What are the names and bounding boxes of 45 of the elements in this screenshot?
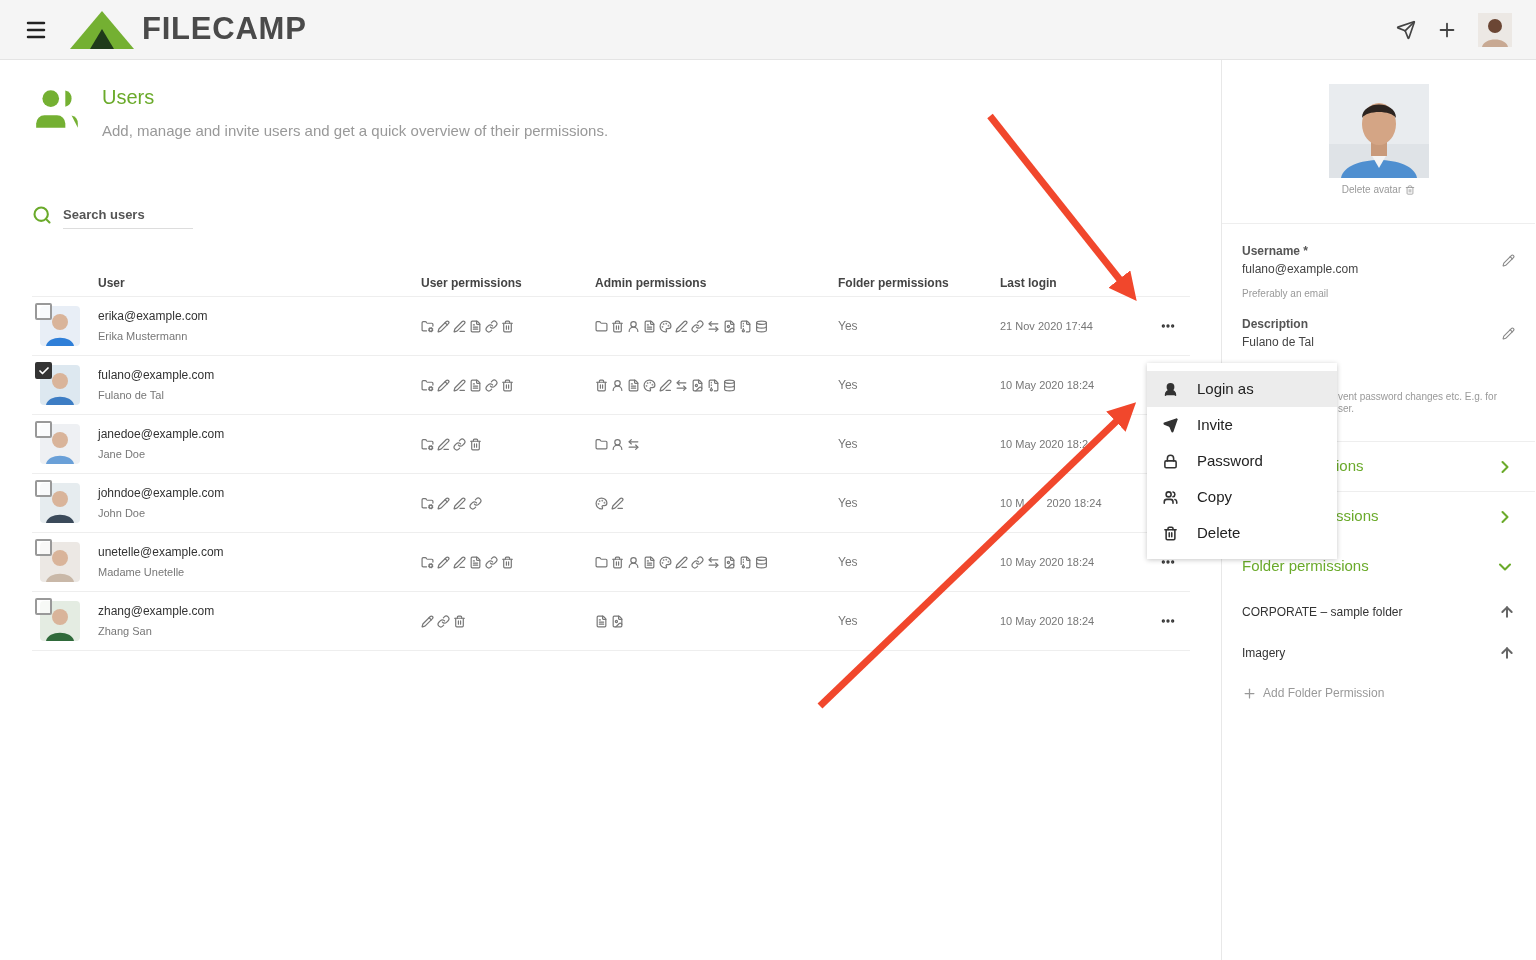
user-name: Fulano de Tal — [98, 388, 164, 404]
folder-permission: Yes — [838, 377, 858, 394]
folder-name: CORPORATE – sample folder — [1242, 603, 1403, 621]
user-name: Zhang San — [98, 624, 152, 640]
field-label: Username * — [1242, 243, 1309, 260]
user-email: janedoe@example.com — [98, 426, 225, 444]
last-login: 10 May 2020 18:24 — [1000, 377, 1095, 393]
column-header: Folder permissions — [838, 274, 949, 292]
folder-permission: Yes — [838, 318, 858, 335]
user-email: fulano@example.com — [98, 367, 215, 385]
folder-permission: Yes — [838, 495, 858, 512]
search-field[interactable]: Search users — [63, 200, 193, 229]
page-subtitle: Add, manage and invite users and get a quick overview of their permissions. — [102, 121, 609, 141]
page-title: Users — [102, 85, 156, 110]
user-email: erika@example.com — [98, 308, 208, 326]
user-name: John Doe — [98, 506, 146, 522]
user-email: unetelle@example.com — [98, 544, 224, 562]
last-login: 10 May 2020 18:2 — [1000, 436, 1089, 452]
user-email: johndoe@example.com — [98, 485, 225, 503]
user-name: Madame Unetelle — [98, 565, 185, 581]
last-login: 10 May 2020 18:24 — [1000, 613, 1095, 629]
field-value: Fulano de Tal — [1242, 334, 1314, 351]
logo-text: FILECAMP — [142, 10, 307, 49]
field-value: fulano@example.com — [1242, 261, 1359, 278]
folder-permission: Yes — [838, 436, 858, 453]
user-name: Jane Doe — [98, 447, 146, 463]
column-header: Last login — [1000, 274, 1057, 292]
field-hint: ser. — [1338, 403, 1355, 415]
folder-permission: Yes — [838, 613, 858, 630]
last-login: 10 M — [1000, 495, 1025, 511]
folder-permission: Yes — [838, 554, 858, 571]
user-name: Erika Mustermann — [98, 329, 188, 345]
menu-item[interactable]: Login as — [1147, 371, 1337, 407]
user-email: zhang@example.com — [98, 603, 215, 621]
column-header: Admin permissions — [595, 274, 707, 292]
field-hint: Preferably an email — [1242, 287, 1329, 301]
last-login: 10 May 2020 18:24 — [1000, 554, 1095, 570]
menu-item[interactable]: Invite — [1147, 407, 1337, 443]
folder-name: Imagery — [1242, 644, 1286, 662]
column-header: User — [98, 274, 125, 292]
last-login: 21 Nov 2020 17:44 — [1000, 318, 1093, 334]
last-login: 2020 18:24 — [1046, 495, 1102, 511]
column-header: User permissions — [421, 274, 522, 292]
field-label: Description — [1242, 316, 1308, 333]
field-hint: vent password changes etc. E.g. for — [1338, 391, 1497, 403]
